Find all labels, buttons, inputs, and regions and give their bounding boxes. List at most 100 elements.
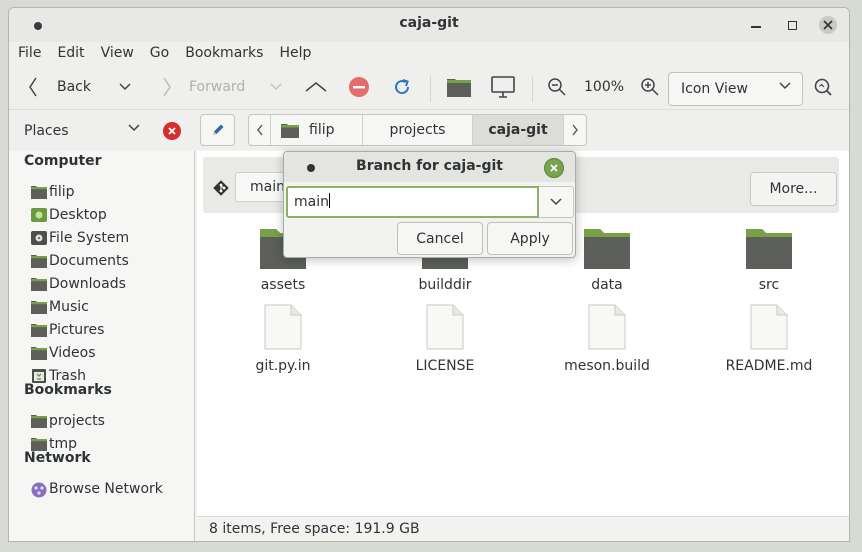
sidebar-item-projects[interactable]: projects (31, 411, 105, 431)
forward-history-button[interactable] (270, 72, 282, 102)
file-name: data (591, 277, 623, 293)
branch-input-value: main (294, 194, 329, 210)
branch-dropdown-button[interactable] (539, 186, 574, 218)
network-icon (31, 482, 47, 498)
chevron-down-icon (550, 198, 562, 206)
menu-file[interactable]: File (18, 42, 41, 66)
computer-icon (491, 76, 515, 98)
sidebar-item-label: Music (49, 299, 89, 315)
breadcrumb-filip[interactable]: filip (271, 115, 363, 145)
location-bar: Places filip projects caja-git (9, 110, 849, 150)
sidebar-item-documents[interactable]: Documents (31, 251, 129, 271)
reload-button[interactable] (393, 72, 411, 102)
breadcrumb-scroll-right[interactable] (564, 115, 586, 145)
close-button[interactable] (819, 16, 837, 34)
zoom-in-button[interactable] (640, 72, 660, 102)
branch-combo: main (286, 186, 574, 218)
home-folder-icon (447, 79, 471, 97)
dialog-close-button[interactable] (544, 158, 564, 178)
more-button[interactable]: More... (750, 172, 837, 206)
breadcrumb-projects[interactable]: projects (363, 115, 473, 145)
breadcrumb-scroll-left[interactable] (249, 115, 271, 145)
sidebar-item-file-system[interactable]: File System (31, 228, 129, 248)
menu-go[interactable]: Go (150, 42, 169, 66)
branch-input[interactable]: main (286, 186, 539, 218)
view-mode-value: Icon View (681, 81, 748, 97)
file-item[interactable]: LICENSE (385, 304, 505, 374)
zoom-out-icon (548, 78, 566, 96)
menu-view[interactable]: View (101, 42, 134, 66)
maximize-button[interactable] (783, 16, 801, 34)
cancel-button[interactable]: Cancel (397, 222, 483, 255)
file-item[interactable]: README.md (709, 304, 829, 374)
dialog-titlebar[interactable]: Branch for caja-git (284, 152, 575, 182)
forward-button[interactable]: Forward (161, 72, 245, 102)
close-icon (550, 164, 558, 172)
text-caret (328, 193, 330, 208)
folder-icon (31, 323, 47, 337)
back-arrow-icon (29, 77, 37, 97)
sidebar-item-downloads[interactable]: Downloads (31, 274, 126, 294)
up-button[interactable] (304, 72, 328, 102)
home-button[interactable] (446, 72, 472, 102)
folder-icon (31, 277, 47, 291)
zoom-out-button[interactable] (547, 72, 567, 102)
breadcrumb: filip projects caja-git (248, 114, 587, 146)
chevron-down-icon (119, 83, 131, 91)
back-button[interactable]: Back (27, 72, 91, 102)
back-history-button[interactable] (119, 72, 131, 102)
branch-dialog: Branch for caja-git main Cancel Apply (283, 151, 576, 258)
menu-bookmarks[interactable]: Bookmarks (185, 42, 263, 66)
view-mode-select[interactable]: Icon View (668, 72, 803, 106)
breadcrumb-label: caja-git (488, 122, 548, 138)
sidebar-item-desktop[interactable]: Desktop (31, 205, 107, 225)
sidebar-item-label: Videos (49, 345, 96, 361)
zoom-in-icon (641, 78, 659, 96)
chevron-down-icon[interactable] (128, 124, 140, 132)
computer-button[interactable] (490, 72, 516, 102)
sidebar-item-videos[interactable]: Videos (31, 343, 96, 363)
search-button[interactable] (813, 72, 833, 102)
menu-edit[interactable]: Edit (57, 42, 84, 66)
zoom-level[interactable]: 100% (584, 72, 624, 102)
sidebar-item-music[interactable]: Music (31, 297, 89, 317)
window-title: caja-git (399, 15, 459, 31)
sidebar-item-label: Pictures (49, 322, 105, 338)
sidebar-heading-computer: Computer (24, 153, 102, 169)
sidebar-item-label: Browse Network (49, 481, 163, 497)
close-icon (823, 20, 833, 30)
status-bar: 8 items, Free space: 191.9 GB (197, 516, 849, 541)
breadcrumb-caja-git[interactable]: caja-git (473, 115, 564, 145)
toolbar: Back Forward 100% Icon View (9, 66, 849, 110)
sidebar-heading-bookmarks: Bookmarks (24, 382, 112, 398)
sidebar-item-pictures[interactable]: Pictures (31, 320, 104, 340)
folder-icon (31, 254, 47, 268)
sidebar-item-browse-network[interactable]: Browse Network (31, 479, 163, 499)
folder-item[interactable]: src (709, 227, 829, 293)
sidebar-type-label: Places (24, 123, 69, 139)
sidebar-item-label: Desktop (49, 207, 107, 223)
folder-icon (709, 227, 829, 273)
close-sidebar-button[interactable] (163, 122, 181, 140)
zoom-level-value: 100% (584, 79, 625, 95)
menu-help[interactable]: Help (279, 42, 311, 66)
sidebar-item-label: Documents (49, 253, 129, 269)
apply-button[interactable]: Apply (487, 222, 573, 255)
document-icon (385, 304, 505, 354)
stop-button[interactable] (348, 72, 370, 102)
file-item[interactable]: meson.build (547, 304, 667, 374)
titlebar[interactable]: caja-git (9, 8, 849, 42)
sidebar-item-filip[interactable]: filip (31, 182, 74, 202)
file-name: meson.build (564, 358, 650, 374)
document-icon (547, 304, 667, 354)
folder-icon (31, 346, 47, 360)
sidebar-item-label: filip (49, 184, 75, 200)
breadcrumb-label: filip (309, 122, 335, 138)
sidebar-item-label: File System (49, 230, 130, 246)
folder-icon (31, 300, 47, 314)
minimize-button[interactable] (747, 16, 765, 34)
chevron-down-icon (779, 82, 791, 90)
file-item[interactable]: git.py.in (223, 304, 343, 374)
edit-location-button[interactable] (200, 114, 235, 146)
git-icon (213, 180, 229, 196)
